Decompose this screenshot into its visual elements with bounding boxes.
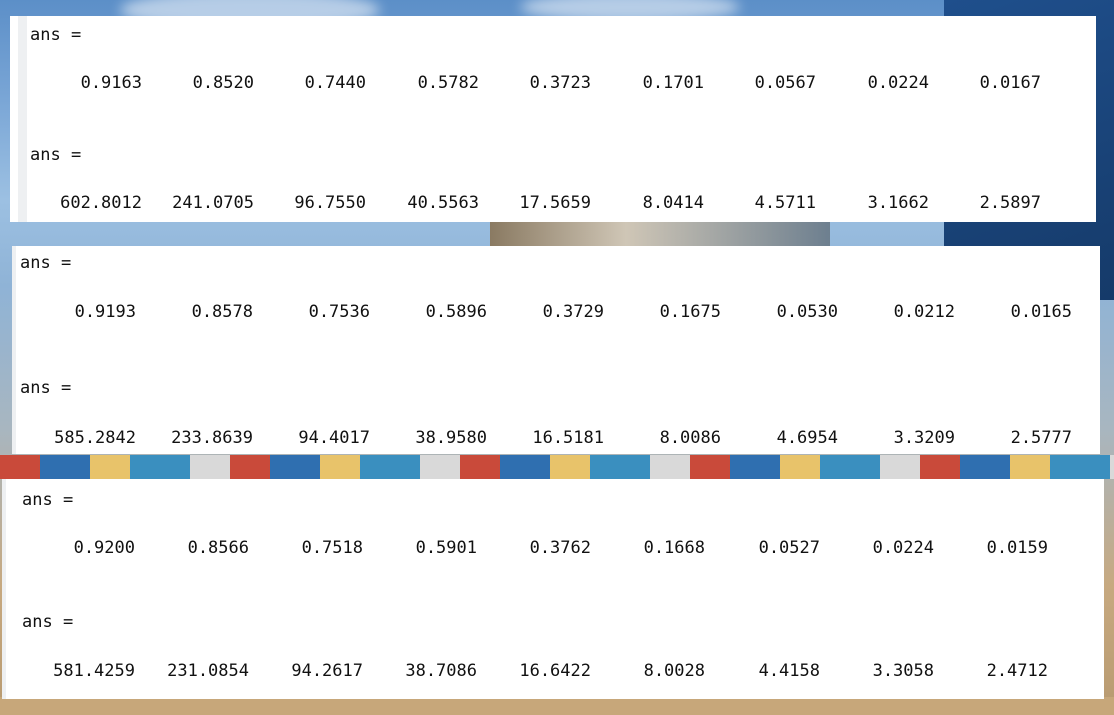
result-value: 16.5181 <box>532 428 604 448</box>
result-value: 0.5896 <box>425 302 487 322</box>
result-value: 16.6422 <box>519 661 591 681</box>
result-value: 2.5777 <box>1010 428 1072 448</box>
result-value: 581.4259 <box>53 661 135 681</box>
result-value: 0.0224 <box>867 73 929 93</box>
result-value: 3.3209 <box>893 428 955 448</box>
result-value: 4.5711 <box>754 193 816 213</box>
command-output-panel-3: ans = 0.9200 0.8566 0.7518 0.5901 0.3762… <box>2 479 1104 699</box>
result-value: 233.8639 <box>171 428 253 448</box>
ans-label: ans = <box>30 25 82 45</box>
result-value: 4.4158 <box>758 661 820 681</box>
result-value: 38.7086 <box>405 661 477 681</box>
result-value: 0.7440 <box>304 73 366 93</box>
result-value: 0.3723 <box>529 73 591 93</box>
ans-label: ans = <box>22 490 74 510</box>
result-value: 94.4017 <box>298 428 370 448</box>
result-value: 0.7518 <box>301 538 363 558</box>
result-value: 3.3058 <box>872 661 934 681</box>
result-row: 585.2842 233.8639 94.4017 38.9580 16.518… <box>14 427 1100 449</box>
beach-huts-strip <box>0 455 1114 479</box>
result-value: 0.8566 <box>187 538 249 558</box>
result-value: 96.7550 <box>294 193 366 213</box>
result-value: 4.6954 <box>776 428 838 448</box>
ans-label: ans = <box>30 145 82 165</box>
result-value: 17.5659 <box>519 193 591 213</box>
result-value: 8.0086 <box>659 428 721 448</box>
command-output-panel-1: ans = 0.9163 0.8520 0.7440 0.5782 0.3723… <box>10 16 1096 222</box>
result-value: 0.0159 <box>986 538 1048 558</box>
result-value: 0.1701 <box>642 73 704 93</box>
result-value: 0.8578 <box>191 302 253 322</box>
result-value: 8.0028 <box>643 661 705 681</box>
result-value: 0.1668 <box>643 538 705 558</box>
result-value: 0.9200 <box>73 538 135 558</box>
result-row: 602.8012 241.0705 96.7550 40.5563 17.565… <box>10 192 1096 214</box>
ans-label: ans = <box>20 378 72 398</box>
result-value: 0.5901 <box>415 538 477 558</box>
result-value: 585.2842 <box>54 428 136 448</box>
result-value: 241.0705 <box>172 193 254 213</box>
result-value: 0.9163 <box>80 73 142 93</box>
result-value: 2.4712 <box>986 661 1048 681</box>
result-value: 0.5782 <box>417 73 479 93</box>
result-row: 0.9200 0.8566 0.7518 0.5901 0.3762 0.166… <box>4 537 1104 559</box>
ans-label: ans = <box>20 253 72 273</box>
result-value: 0.0165 <box>1010 302 1072 322</box>
result-value: 0.1675 <box>659 302 721 322</box>
result-value: 2.5897 <box>979 193 1041 213</box>
result-row: 0.9163 0.8520 0.7440 0.5782 0.3723 0.170… <box>10 72 1096 94</box>
result-value: 0.0224 <box>872 538 934 558</box>
result-value: 0.7536 <box>308 302 370 322</box>
result-value: 0.0530 <box>776 302 838 322</box>
result-value: 0.0212 <box>893 302 955 322</box>
result-value: 602.8012 <box>60 193 142 213</box>
result-value: 0.9193 <box>74 302 136 322</box>
result-value: 0.0167 <box>979 73 1041 93</box>
result-value: 94.2617 <box>291 661 363 681</box>
output-gutter <box>12 246 16 454</box>
result-value: 8.0414 <box>642 193 704 213</box>
command-output-panel-2: ans = 0.9193 0.8578 0.7536 0.5896 0.3729… <box>12 246 1100 454</box>
result-value: 231.0854 <box>167 661 249 681</box>
ans-label: ans = <box>22 612 74 632</box>
result-value: 0.3729 <box>542 302 604 322</box>
result-value: 40.5563 <box>407 193 479 213</box>
sand-strip <box>0 697 1114 715</box>
result-value: 0.0567 <box>754 73 816 93</box>
result-value: 0.3762 <box>529 538 591 558</box>
result-value: 38.9580 <box>415 428 487 448</box>
result-row: 581.4259 231.0854 94.2617 38.7086 16.642… <box>4 660 1104 682</box>
pier-strip <box>490 222 830 246</box>
result-value: 0.0527 <box>758 538 820 558</box>
result-value: 0.8520 <box>192 73 254 93</box>
result-row: 0.9193 0.8578 0.7536 0.5896 0.3729 0.167… <box>14 301 1100 323</box>
result-value: 3.1662 <box>867 193 929 213</box>
